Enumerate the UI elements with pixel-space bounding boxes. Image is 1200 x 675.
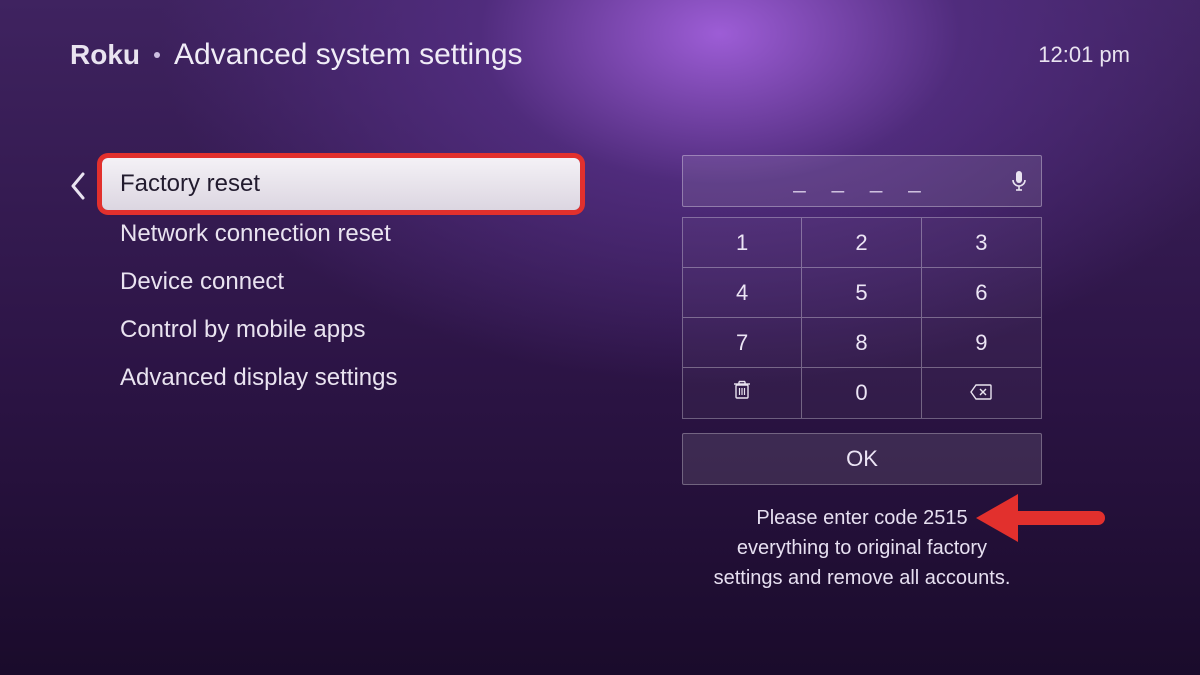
key-1[interactable]: 1 [683, 218, 802, 268]
clock: 12:01 pm [1038, 42, 1130, 68]
numeric-keypad: 1 2 3 4 5 6 7 8 9 0 [682, 217, 1042, 419]
key-5[interactable]: 5 [802, 268, 921, 318]
key-9[interactable]: 9 [922, 318, 1041, 368]
separator-dot [154, 52, 160, 58]
menu-item-label: Network connection reset [120, 220, 391, 247]
ok-button-label: OK [846, 446, 878, 472]
annotation-arrow-icon [968, 478, 1108, 558]
microphone-icon[interactable] [1011, 170, 1027, 192]
settings-menu: Factory reset Network connection reset D… [70, 158, 590, 402]
page-title: Advanced system settings [174, 38, 523, 72]
key-3[interactable]: 3 [922, 218, 1041, 268]
menu-item-control-by-mobile-apps[interactable]: Control by mobile apps [70, 306, 590, 354]
menu-item-network-connection-reset[interactable]: Network connection reset [70, 210, 590, 258]
key-6[interactable]: 6 [922, 268, 1041, 318]
code-placeholder: _ _ _ _ [793, 168, 930, 194]
key-7[interactable]: 7 [683, 318, 802, 368]
roku-logo: Roku [70, 39, 140, 71]
key-0[interactable]: 0 [802, 368, 921, 418]
backspace-icon [970, 380, 992, 406]
menu-item-advanced-display-settings[interactable]: Advanced display settings [70, 354, 590, 402]
menu-item-label: Advanced display settings [120, 364, 398, 391]
code-input[interactable]: _ _ _ _ [682, 155, 1042, 207]
menu-item-label: Control by mobile apps [120, 316, 365, 343]
key-backspace[interactable] [922, 368, 1041, 418]
header-bar: Roku Advanced system settings 12:01 pm [70, 38, 1130, 72]
menu-item-factory-reset[interactable]: Factory reset [102, 158, 580, 210]
key-4[interactable]: 4 [683, 268, 802, 318]
instruction-line: settings and remove all accounts. [682, 563, 1042, 593]
trash-icon [733, 380, 751, 406]
key-2[interactable]: 2 [802, 218, 921, 268]
menu-item-label: Device connect [120, 268, 284, 295]
back-chevron-icon[interactable] [70, 172, 86, 200]
key-clear[interactable] [683, 368, 802, 418]
menu-item-device-connect[interactable]: Device connect [70, 258, 590, 306]
key-8[interactable]: 8 [802, 318, 921, 368]
menu-item-label: Factory reset [120, 170, 260, 197]
